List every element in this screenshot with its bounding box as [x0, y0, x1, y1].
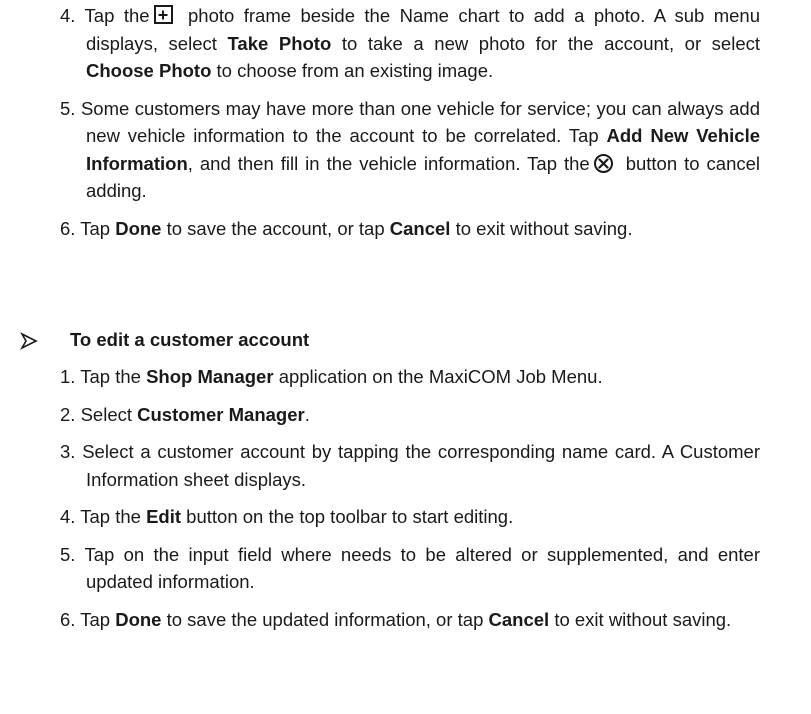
edit-step-2: 2. Select Customer Manager. [60, 403, 310, 425]
edit-step-5: 5. Tap on the input field where needs to… [60, 543, 760, 593]
step-number: 2. [60, 403, 76, 425]
step-number: 6. [60, 217, 76, 239]
edit-step-1: 1. Tap the Shop Manager application on t… [60, 366, 603, 387]
shop-manager-label: Shop Manager [146, 366, 274, 387]
edit-step-6: 6. Tap Done to save the updated informat… [60, 608, 732, 630]
circle-x-icon [593, 153, 613, 173]
cancel-label: Cancel [488, 608, 550, 630]
step-5-add-vehicle: 5. Some customers may have more than one… [60, 97, 761, 202]
arrowhead-bullet-icon [20, 330, 70, 350]
cancel-label: Cancel [389, 217, 451, 239]
step-number: 4. [60, 5, 76, 26]
edit-label: Edit [146, 506, 182, 527]
edit-step-3: 3. Select a customer account by tapping … [60, 441, 761, 490]
step-number: 6. [60, 608, 76, 630]
plus-box-icon [153, 5, 173, 24]
add-account-steps: 4. Tap the photo frame beside the Name c… [60, 2, 760, 242]
heading-text: To edit a customer account [70, 329, 310, 350]
step-number: 4. [60, 506, 76, 527]
done-label: Done [115, 608, 162, 630]
choose-photo-label: Choose Photo [86, 60, 212, 81]
step-6-save-account: 6. Tap Done to save the account, or tap … [60, 217, 633, 239]
step-number: 5. [60, 543, 76, 565]
edit-account-heading: To edit a customer account [20, 326, 309, 354]
manual-page: 4. Tap the photo frame beside the Name c… [0, 0, 811, 714]
step-number: 1. [60, 366, 76, 387]
take-photo-label: Take Photo [227, 32, 332, 54]
done-label: Done [115, 217, 162, 239]
step-4-add-photo: 4. Tap the photo frame beside the Name c… [60, 5, 761, 81]
edit-step-4: 4. Tap the Edit button on the top toolba… [60, 506, 514, 527]
step-number: 3. [60, 441, 76, 462]
edit-account-steps: 1. Tap the Shop Manager application on t… [60, 363, 760, 633]
customer-manager-label: Customer Manager [137, 403, 305, 425]
step-number: 5. [60, 97, 76, 119]
